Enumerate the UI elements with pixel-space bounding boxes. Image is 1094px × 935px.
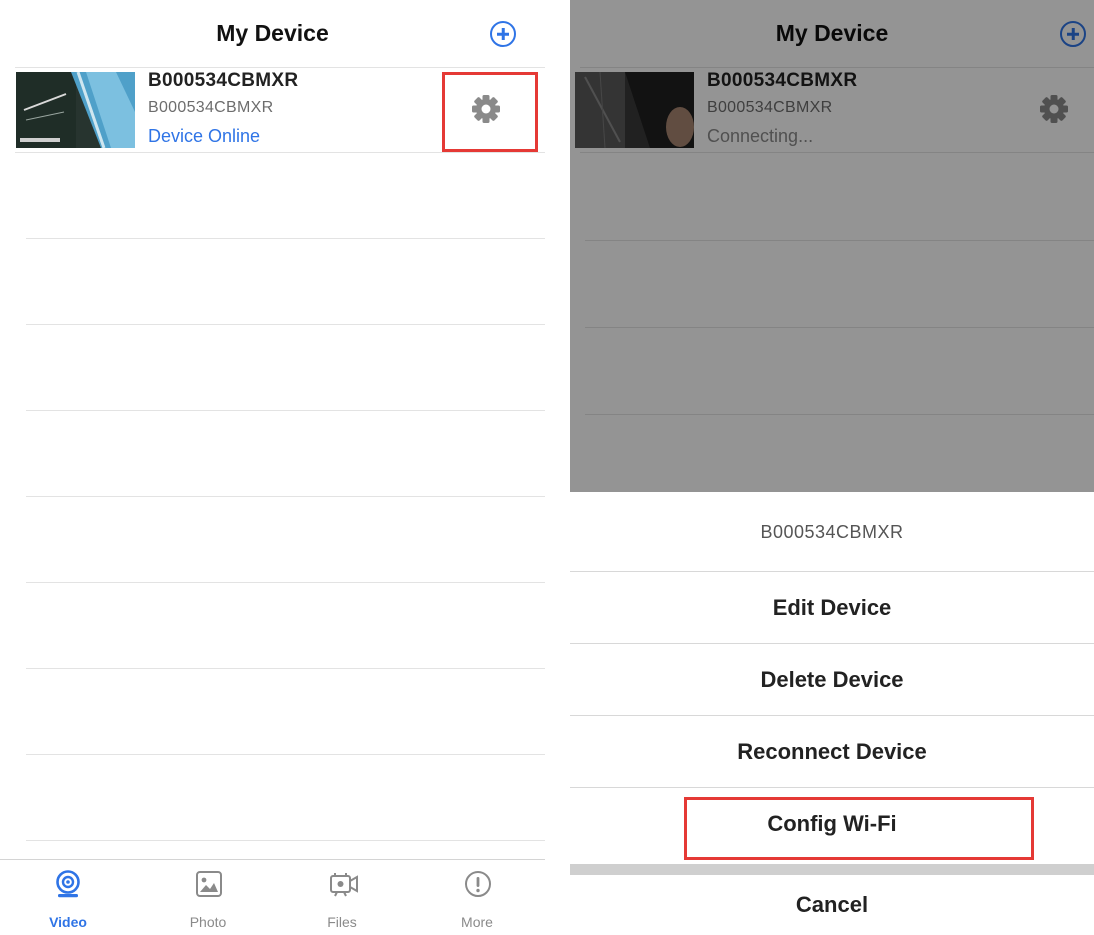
divider (26, 410, 545, 411)
tab-video[interactable]: Video (18, 860, 118, 935)
tab-files[interactable]: Files (292, 860, 392, 935)
dim-overlay[interactable] (570, 0, 1094, 492)
action-sheet-title: B000534CBMXR (760, 522, 904, 542)
divider (26, 754, 545, 755)
divider (15, 152, 545, 153)
device-name: B000534CBMXR (148, 70, 299, 91)
device-id: B000534CBMXR (148, 99, 274, 116)
tab-label: More (461, 914, 493, 930)
divider (26, 840, 545, 841)
device-status: Device Online (148, 126, 261, 146)
navigation-bar: My Device (0, 0, 545, 67)
divider (26, 668, 545, 669)
tab-bar: Video Photo Files More (0, 859, 545, 935)
sheet-separator-gap (570, 864, 1094, 875)
device-actions-screen: My Device B000534CBMXR B000534CBMXR Conn… (570, 0, 1094, 935)
divider (26, 238, 545, 239)
tab-more[interactable]: More (427, 860, 527, 935)
add-device-icon[interactable] (490, 21, 516, 47)
divider (26, 324, 545, 325)
config-wifi-highlight-box (684, 797, 1034, 860)
divider (26, 582, 545, 583)
tab-label: Video (49, 914, 87, 930)
delete-device-button[interactable]: Delete Device (570, 644, 1094, 716)
action-sheet: B000534CBMXR Edit Device Delete Device R… (570, 492, 1094, 935)
tab-photo[interactable]: Photo (158, 860, 258, 935)
tab-label: Photo (189, 914, 227, 930)
device-thumbnail (16, 72, 135, 148)
cancel-button[interactable]: Cancel (570, 875, 1094, 935)
divider (26, 496, 545, 497)
photo-icon (196, 871, 222, 897)
files-icon (330, 873, 358, 897)
more-info-icon (465, 871, 491, 897)
gear-highlight-box (442, 72, 538, 152)
page-title: My Device (216, 20, 329, 46)
video-camera-icon (56, 870, 80, 898)
reconnect-device-button[interactable]: Reconnect Device (570, 716, 1094, 788)
device-list-screen: My Device B000534CBMXR B000534CBMXR Devi… (0, 0, 545, 935)
edit-device-button[interactable]: Edit Device (570, 572, 1094, 644)
tab-label: Files (327, 914, 357, 930)
